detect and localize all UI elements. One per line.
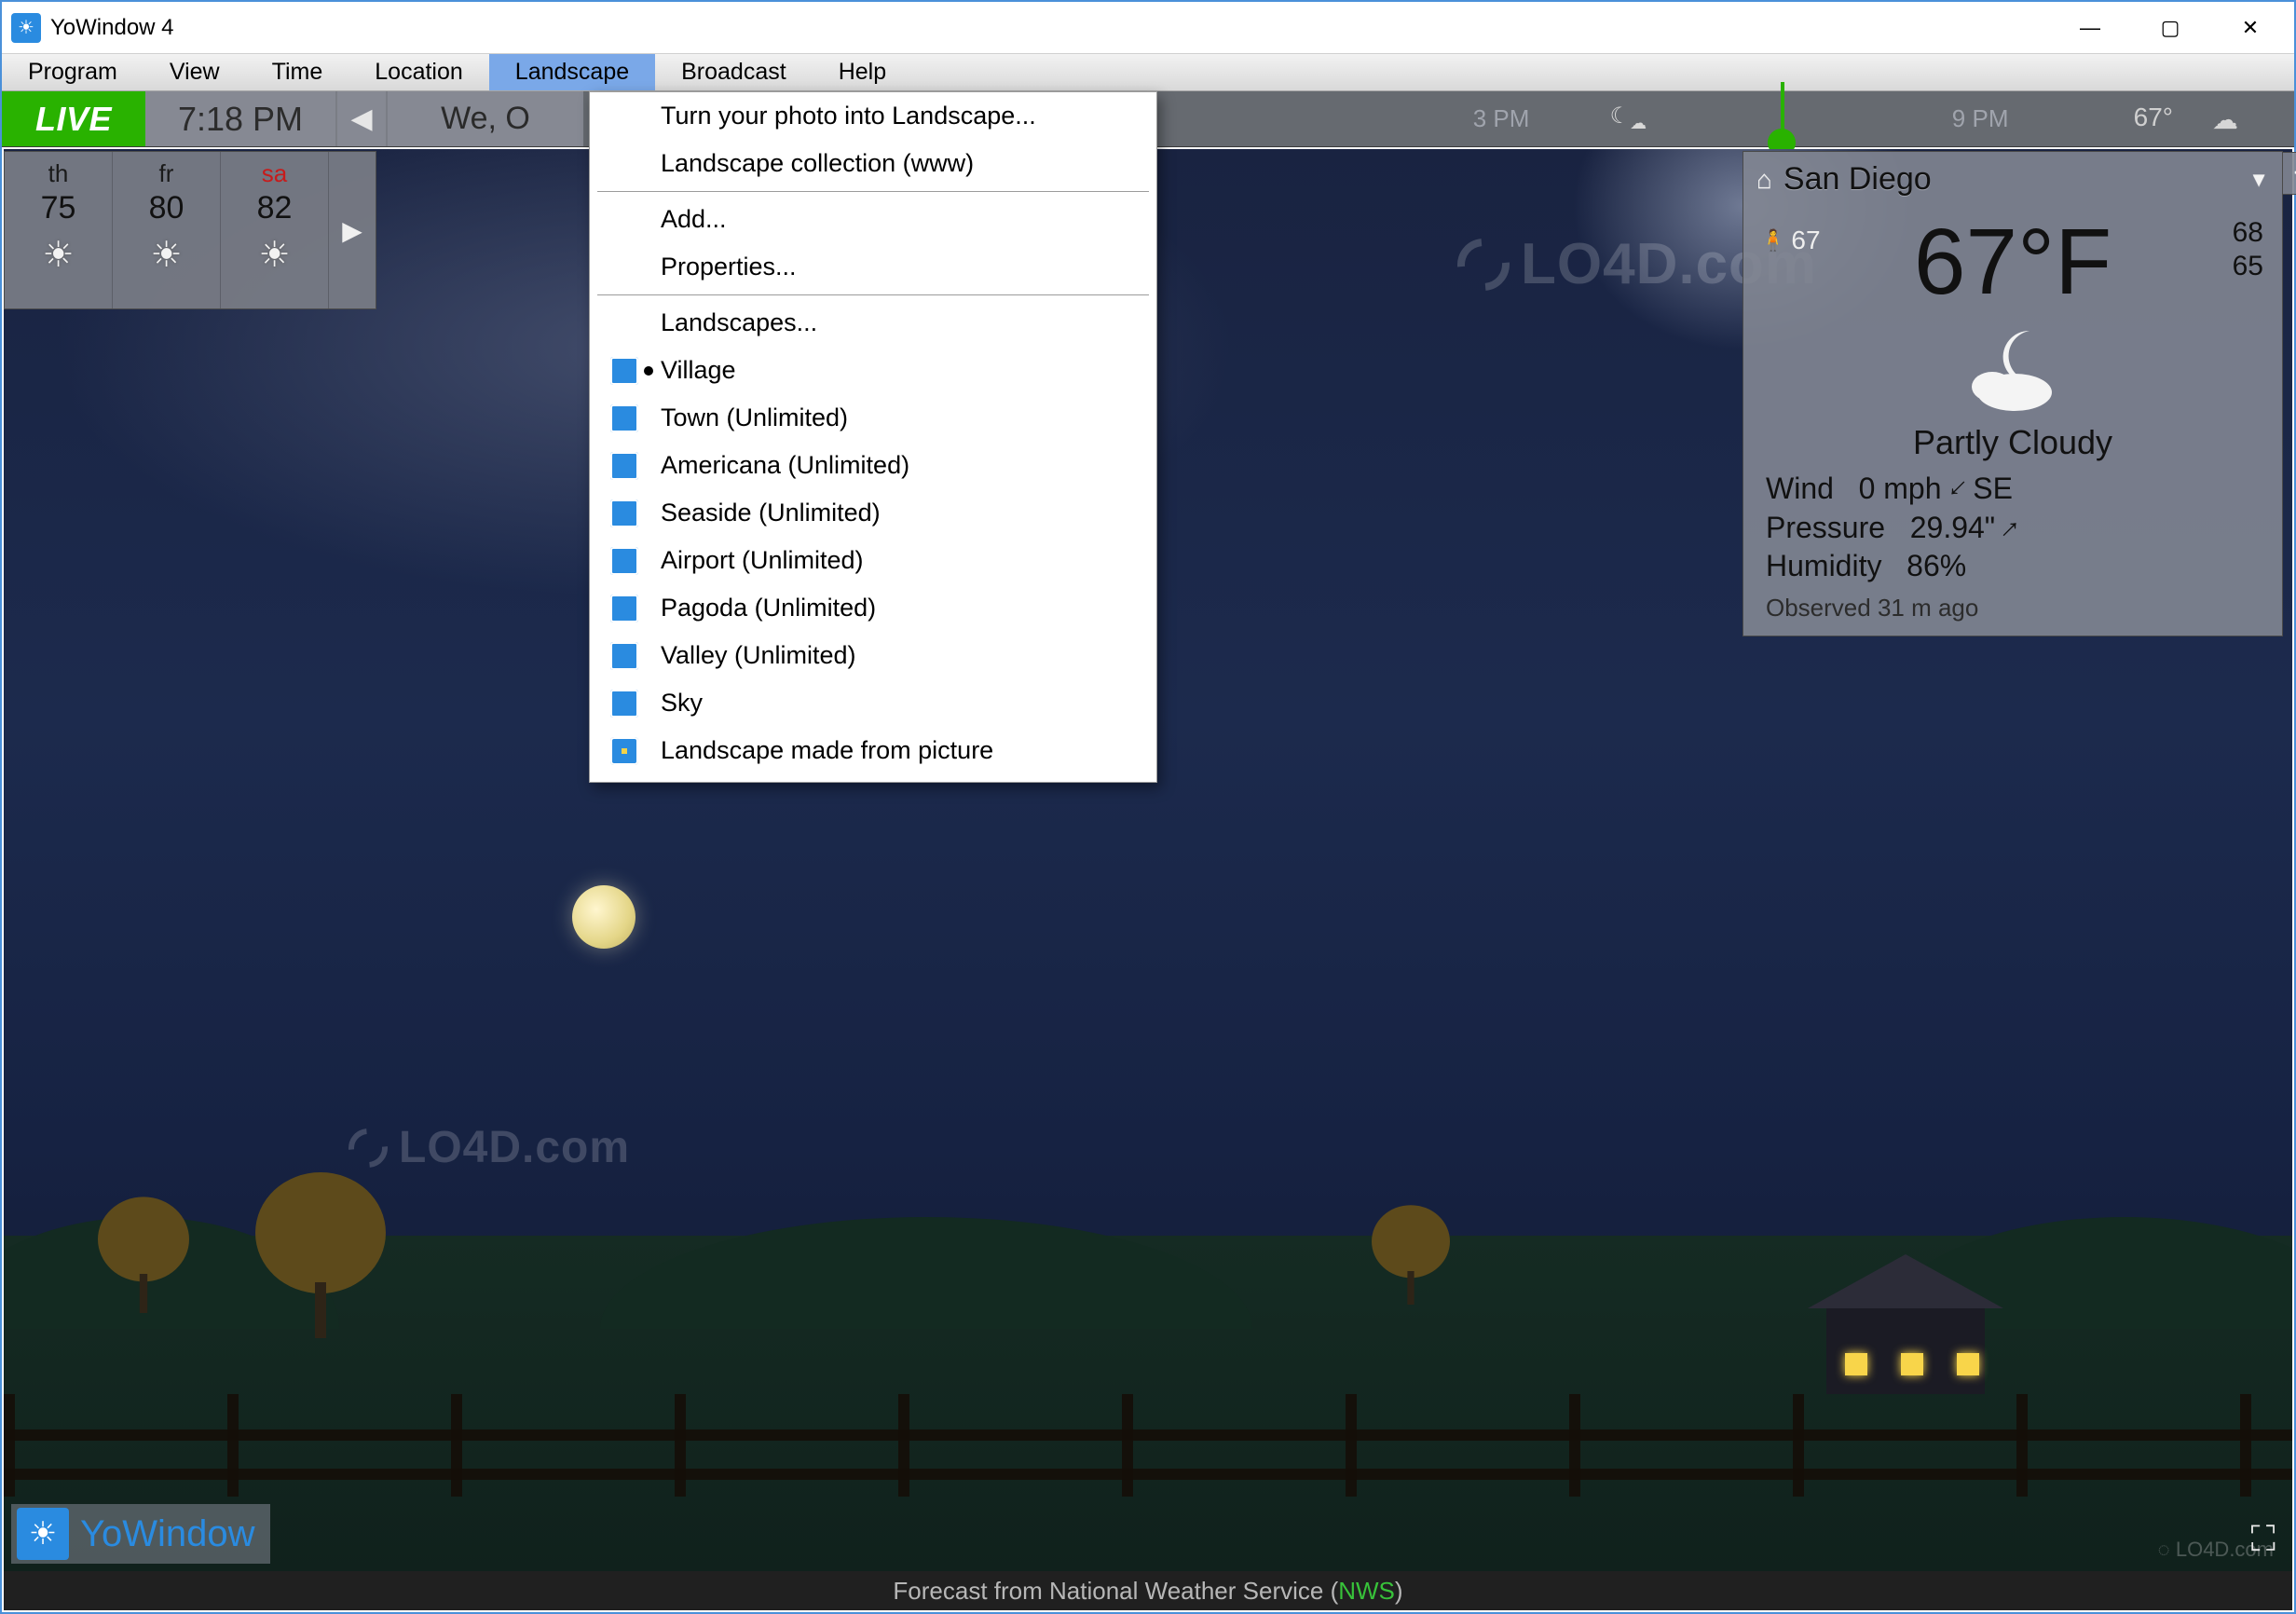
brand-logo-icon: ☀ <box>17 1508 69 1560</box>
pressure-trend-icon: ↑ <box>1992 509 2030 547</box>
tree <box>255 1170 386 1338</box>
dropdown-item-properties[interactable]: Properties... <box>590 243 1156 291</box>
sun-cloud-icon: ☀ <box>42 234 74 276</box>
location-name: San Diego <box>1784 161 1932 198</box>
menu-view[interactable]: View <box>144 54 246 90</box>
window-title: YoWindow 4 <box>50 15 2050 41</box>
timeline-temp: 67° <box>2134 103 2173 132</box>
menu-broadcast[interactable]: Broadcast <box>655 54 813 90</box>
humidity-value: 86% <box>1906 549 1966 582</box>
menubar: Program View Time Location Landscape Bro… <box>2 54 2294 91</box>
high-temp: 68 <box>2233 216 2263 250</box>
high-low: 68 65 <box>2233 216 2263 283</box>
live-badge[interactable]: LIVE <box>2 91 145 146</box>
timeline-label: 9 PM <box>1952 104 2009 133</box>
forecast-day-temp: 82 <box>257 190 293 226</box>
window-controls: — ▢ ✕ <box>2050 4 2290 52</box>
forecast-day-temp: 80 <box>149 190 184 226</box>
menu-location[interactable]: Location <box>348 54 489 90</box>
moon-icon: ☾☁ <box>1610 103 1647 130</box>
menu-time[interactable]: Time <box>246 54 349 90</box>
moon <box>572 885 636 949</box>
add-location-button[interactable]: + <box>2282 152 2296 195</box>
timeline-label: 3 PM <box>1473 104 1530 133</box>
dropdown-item-seaside[interactable]: Seaside (Unlimited) <box>590 489 1156 537</box>
dropdown-item-add[interactable]: Add... <box>590 196 1156 243</box>
minimize-button[interactable]: — <box>2050 4 2130 52</box>
menu-program[interactable]: Program <box>2 54 144 90</box>
feels-like: 🧍 67 <box>1760 226 1821 255</box>
dropdown-item-americana[interactable]: Americana (Unlimited) <box>590 442 1156 489</box>
status-text-prefix: Forecast from National Weather Service ( <box>893 1577 1338 1606</box>
forecast-day[interactable]: th 75 ☀ <box>5 152 113 308</box>
current-time[interactable]: 7:18 PM <box>145 91 335 146</box>
person-icon: 🧍 <box>1760 228 1785 253</box>
weather-details: Wind 0 mph ↑ SE Pressure 29.94" ↑ Humidi… <box>1743 462 2282 586</box>
sun-cloud-icon: ☀ <box>258 234 290 276</box>
condition-icon <box>1743 320 2282 419</box>
status-text-suffix: ) <box>1395 1577 1403 1606</box>
sun-cloud-icon: ☀ <box>150 234 182 276</box>
app-icon: ☀ <box>11 13 41 43</box>
fullscreen-button[interactable]: ⛶ <box>2250 1520 2276 1560</box>
maximize-button[interactable]: ▢ <box>2130 4 2210 52</box>
humidity-label: Humidity <box>1766 549 1881 582</box>
landscape-dropdown: Turn your photo into Landscape... Landsc… <box>589 91 1157 783</box>
condition-text: Partly Cloudy <box>1743 423 2282 462</box>
brand-name: YoWindow <box>80 1513 255 1555</box>
forecast-day-temp: 75 <box>41 190 76 226</box>
dropdown-item-from-picture[interactable]: Landscape made from picture <box>590 727 1156 774</box>
dropdown-item-valley[interactable]: Valley (Unlimited) <box>590 632 1156 679</box>
forecast-day[interactable]: sa 82 ☀ <box>221 152 329 308</box>
close-button[interactable]: ✕ <box>2210 4 2290 52</box>
menu-landscape[interactable]: Landscape <box>489 54 655 90</box>
current-date[interactable]: We, O <box>388 91 583 146</box>
cloud-icon: ☁ <box>2212 104 2238 135</box>
dropdown-item-sky[interactable]: Sky <box>590 679 1156 727</box>
tree <box>1372 1204 1450 1305</box>
forecast-day[interactable]: fr 80 ☀ <box>113 152 221 308</box>
forecast-day-label: fr <box>159 159 174 188</box>
dropdown-item-airport[interactable]: Airport (Unlimited) <box>590 537 1156 584</box>
dropdown-item-collection[interactable]: Landscape collection (www) <box>590 140 1156 187</box>
statusbar: Forecast from National Weather Service (… <box>4 1571 2292 1610</box>
wind-value: 0 mph <box>1859 472 1942 505</box>
home-icon: ⌂ <box>1756 165 1772 195</box>
chevron-down-icon[interactable]: ▼ <box>2248 168 2269 192</box>
wind-arrow-icon: ↑ <box>1938 470 1976 508</box>
location-header[interactable]: ⌂ San Diego ▼ <box>1743 156 2282 203</box>
menu-help[interactable]: Help <box>813 54 912 90</box>
current-temperature: 67°F <box>1910 209 2115 316</box>
forecast-next-button[interactable]: ▶ <box>329 152 376 308</box>
watermark: LO4D.com <box>348 1122 630 1173</box>
dropdown-separator <box>597 294 1149 295</box>
low-temp: 65 <box>2233 250 2263 283</box>
pressure-label: Pressure <box>1766 511 1885 544</box>
prev-day-button[interactable]: ◀ <box>335 91 388 146</box>
forecast-day-label: sa <box>262 159 287 188</box>
weather-panel: + ⌂ San Diego ▼ 🧍 67 67°F 68 65 Partly C… <box>1742 151 2283 636</box>
wind-direction: SE <box>1973 472 2013 505</box>
house <box>1789 1254 2013 1394</box>
wind-label: Wind <box>1766 472 1834 505</box>
tree <box>98 1196 189 1313</box>
titlebar: ☀ YoWindow 4 — ▢ ✕ <box>2 2 2294 54</box>
dropdown-item-town[interactable]: Town (Unlimited) <box>590 394 1156 442</box>
dropdown-item-landscapes[interactable]: Landscapes... <box>590 299 1156 347</box>
forecast-day-label: th <box>48 159 69 188</box>
dropdown-item-turn-photo[interactable]: Turn your photo into Landscape... <box>590 92 1156 140</box>
dropdown-separator <box>597 191 1149 192</box>
pressure-value: 29.94" <box>1910 511 1995 544</box>
brand-badge[interactable]: ☀ YoWindow <box>11 1504 270 1564</box>
dropdown-item-pagoda[interactable]: Pagoda (Unlimited) <box>590 584 1156 632</box>
status-nws[interactable]: NWS <box>1338 1577 1395 1606</box>
forecast-strip: th 75 ☀ fr 80 ☀ sa 82 ☀ ▶ <box>4 151 376 309</box>
fence <box>4 1394 2292 1497</box>
dropdown-item-village[interactable]: Village <box>590 347 1156 394</box>
observed-time: Observed 31 m ago <box>1743 594 2282 622</box>
